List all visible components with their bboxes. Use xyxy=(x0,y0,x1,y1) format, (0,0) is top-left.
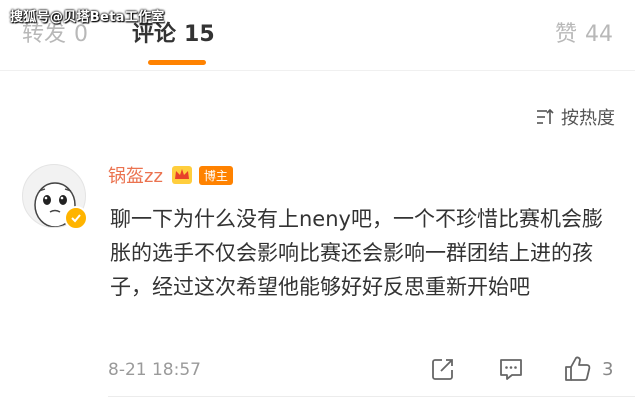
tab-comment-count: 15 xyxy=(184,22,215,47)
crown-icon xyxy=(171,166,192,184)
divider xyxy=(0,70,635,71)
tab-like-label: 赞 xyxy=(554,22,577,47)
username[interactable]: 锅盔zz xyxy=(108,162,163,188)
author-badge: 博主 xyxy=(198,165,233,185)
tab-comment-label: 评论 xyxy=(132,22,177,47)
share-icon[interactable] xyxy=(430,356,456,382)
like-count: 3 xyxy=(602,358,614,380)
sort-button[interactable]: 按热度 xyxy=(535,104,615,130)
thumbs-up-icon xyxy=(565,356,591,381)
verified-icon xyxy=(64,206,88,230)
comment-divider xyxy=(108,396,635,397)
sort-label: 按热度 xyxy=(561,108,615,129)
like-button[interactable]: 3 xyxy=(564,356,613,382)
comment-header: 锅盔zz 博主 xyxy=(108,162,233,188)
comment-time: 8-21 18:57 xyxy=(108,360,201,380)
watermark: 搜狐号@贝塔Beta工作室 xyxy=(10,10,165,25)
comment-icon[interactable] xyxy=(498,356,524,382)
active-tab-indicator xyxy=(148,60,206,65)
comment-item: 锅盔zz 博主 聊一下为什么没有上neny吧，一个不珍惜比赛机会膨胀的选手不仅会… xyxy=(0,150,635,400)
tab-like[interactable]: 赞 44 xyxy=(555,16,613,48)
tab-repost-label: 转发 xyxy=(22,22,67,47)
tab-repost-count: 0 xyxy=(74,22,89,47)
sort-icon xyxy=(537,108,554,124)
comment-footer: 8-21 18:57 3 xyxy=(108,356,618,386)
tab-like-count: 44 xyxy=(585,22,613,47)
avatar[interactable] xyxy=(22,164,88,230)
comment-text: 聊一下为什么没有上neny吧，一个不珍惜比赛机会膨胀的选手不仅会影响比赛还会影响… xyxy=(110,207,603,299)
